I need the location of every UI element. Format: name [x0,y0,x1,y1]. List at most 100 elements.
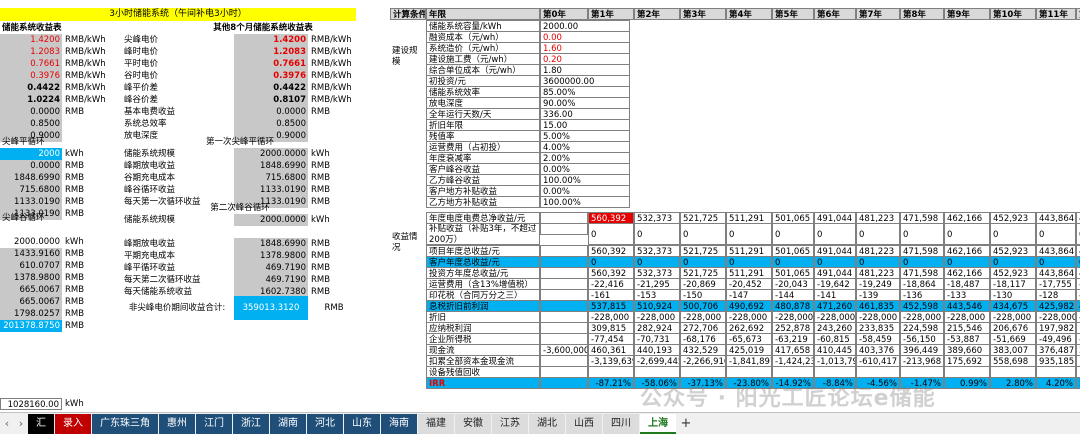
middle-table-title[interactable]: 其他8个月储能系统收益表 [168,22,358,34]
left-value[interactable]: 665.0067 [0,296,62,308]
middle-value[interactable]: 1848.6990 [234,238,308,250]
middle-label[interactable]: 系统总效率 [122,118,226,130]
left-value[interactable]: 1133.0190 [0,196,62,208]
sheet-tab[interactable]: 汇 [28,413,54,434]
middle-label[interactable]: 峰时电价 [122,46,226,58]
left-value[interactable]: 1.0224 [0,94,62,106]
middle-value[interactable]: 0.8107 [234,94,308,106]
middle-unit[interactable]: RMB/kWh [309,82,359,94]
sheet-tab[interactable]: 广东珠三角 [92,413,158,434]
left-unit[interactable] [63,130,113,142]
year-header-cell[interactable]: 第1年 [588,8,634,20]
sheet-tab[interactable]: 浙江 [233,413,269,434]
year-header-cell[interactable]: 第3年 [680,8,726,20]
left-bottom-unit[interactable]: kWh [63,398,93,410]
left-value[interactable]: 201378.8750 [0,320,62,332]
middle-unit[interactable]: RMB [309,160,359,172]
tab-scroll-next-icon[interactable]: › [14,417,28,430]
left-unit[interactable]: RMB/kWh [63,94,113,106]
middle-label[interactable]: 尖峰电价 [122,34,226,46]
middle-value[interactable]: 1378.9800 [234,250,308,262]
tab-scroll-prev-icon[interactable]: ‹ [0,417,14,430]
revenue-value-cell[interactable]: 0 [990,223,1036,245]
middle-label[interactable]: 储能系统规模 [122,148,232,160]
left-section-label[interactable]: 尖峰平循环 [0,136,60,148]
middle-label[interactable]: 峰平循环收益 [122,262,232,274]
left-value[interactable]: 0.7661 [0,58,62,70]
left-unit[interactable]: RMB [63,320,113,332]
sheet-tab[interactable]: 江门 [196,413,232,434]
revenue-value-cell[interactable]: 0 [814,223,856,245]
middle-label[interactable]: 峰期放电收益 [122,160,232,172]
middle-value[interactable]: 0.4422 [234,82,308,94]
left-unit[interactable]: RMB/kWh [63,58,113,70]
left-unit[interactable]: RMB/kWh [63,70,113,82]
left-unit[interactable]: RMB [63,260,113,272]
right-section-label[interactable]: 收益情况 [390,232,424,256]
revenue-value-cell[interactable]: 0 [680,223,726,245]
sheet-tab[interactable]: 惠州 [159,413,195,434]
left-table-title[interactable]: 储能系统收益表 [0,22,120,34]
left-value[interactable]: 0.3976 [0,70,62,82]
left-unit[interactable]: RMB [63,196,113,208]
middle-value[interactable]: 469.7190 [234,274,308,286]
year-header-cell[interactable]: 第4年 [726,8,772,20]
middle-unit[interactable]: RMB/kWh [309,34,359,46]
middle-label[interactable]: 峰期放电收益 [122,238,232,250]
sheet-tab[interactable]: 江苏 [492,413,528,434]
revenue-value-cell[interactable]: 0 [1076,223,1080,245]
middle-label[interactable]: 储能系统规模 [122,214,232,226]
left-value[interactable]: 0.8500 [0,118,62,130]
revenue-value-cell[interactable]: 0 [856,223,900,245]
left-unit[interactable]: RMB [63,296,113,308]
revenue-value-cell[interactable]: -87.21% [588,377,634,389]
revenue-value-cell[interactable]: 0 [944,223,990,245]
middle-unit[interactable]: RMB/kWh [309,58,359,70]
middle-unit[interactable]: RMB [309,172,359,184]
year-header-cell[interactable]: 第9年 [944,8,990,20]
left-unit[interactable]: RMB [63,272,113,284]
left-value[interactable]: 0.0000 [0,160,62,172]
revenue-value-cell[interactable]: 2.80% [990,377,1036,389]
middle-label[interactable]: 每天第二次循环收益 [122,274,232,286]
middle-unit[interactable]: RMB [309,286,359,298]
sheet-tab[interactable]: 上海 [640,413,676,434]
middle-unit[interactable]: RMB [309,250,359,262]
revenue-value-cell[interactable]: 0 [588,223,634,245]
condition-label[interactable]: 乙方地方补贴收益 [426,196,540,208]
revenue-value-cell[interactable]: 0 [1036,223,1076,245]
left-value[interactable]: 0.0000 [0,106,62,118]
year-header-cell[interactable]: 第6年 [814,8,856,20]
left-value[interactable]: 1798.0257 [0,308,62,320]
middle-value[interactable]: 2000.0000 [234,148,308,160]
sheet-tab[interactable]: 山东 [344,413,380,434]
middle-value[interactable]: 715.6800 [234,172,308,184]
left-unit[interactable]: RMB [63,248,113,260]
middle-unit[interactable]: RMB/kWh [309,94,359,106]
year-header-cell[interactable]: 第7年 [856,8,900,20]
revenue-year0-cell[interactable] [540,223,588,235]
sheet-tab[interactable]: 湖南 [270,413,306,434]
year-header-cell[interactable]: 第11年 [1036,8,1076,20]
left-unit[interactable]: kWh [63,236,113,248]
left-value[interactable]: 1.2083 [0,46,62,58]
condition-value[interactable]: 100.00% [540,196,630,208]
middle-label[interactable]: 谷时电价 [122,70,226,82]
middle-value[interactable]: 0.7661 [234,58,308,70]
revenue-value-cell[interactable]: 0 [900,223,944,245]
middle-label[interactable]: 平时电价 [122,58,226,70]
sheet-tab[interactable]: 安徽 [455,413,491,434]
revenue-value-cell[interactable]: 0 [634,223,680,245]
sheet-tab[interactable]: 湖北 [529,413,565,434]
middle-label[interactable]: 每天储能系统收益 [122,286,232,298]
left-unit[interactable]: RMB [63,284,113,296]
revenue-value-cell[interactable]: 4.20% [1036,377,1076,389]
middle-value[interactable]: 0.3976 [234,70,308,82]
middle-value[interactable]: 2000.0000 [234,214,308,226]
middle-value[interactable]: 469.7190 [234,262,308,274]
middle-unit[interactable]: RMB [309,274,359,286]
middle-value[interactable]: 1.4200 [234,34,308,46]
middle-label[interactable]: 平期充电成本 [122,250,232,262]
left-section-label[interactable]: 尖峰谷循环 [0,212,60,224]
middle-label[interactable]: 谷期充电成本 [122,172,232,184]
